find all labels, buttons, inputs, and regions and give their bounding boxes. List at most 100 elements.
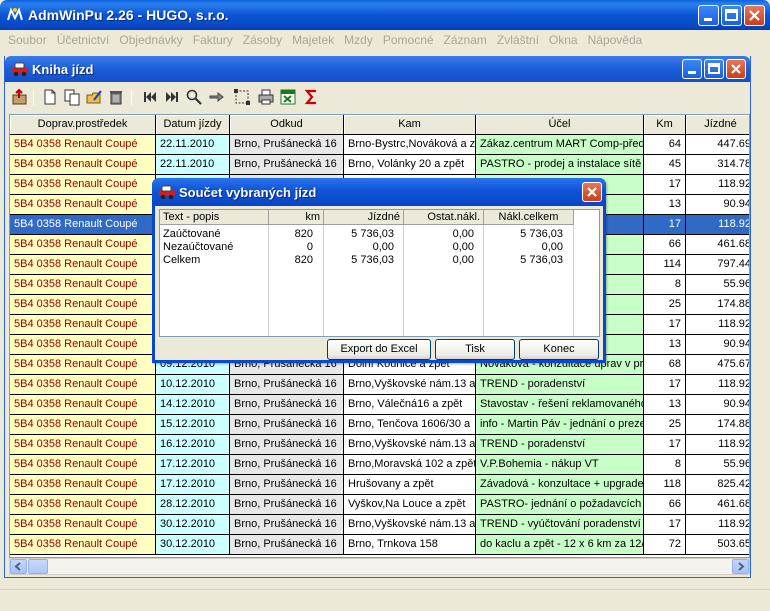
cell-vehicle[interactable]: 5B4 0358 Renault Coupé	[10, 475, 156, 495]
menu-majetek[interactable]: Majetek	[287, 30, 339, 47]
close-button[interactable]	[744, 5, 765, 26]
cell-km[interactable]: 13	[644, 195, 686, 215]
close-dialog-button[interactable]: Konec	[519, 339, 599, 360]
cell-from[interactable]: Brno, Prušánecká 16	[230, 135, 344, 155]
cell-from[interactable]: Brno, Prušánecká 16	[230, 475, 344, 495]
scroll-left-arrow-icon[interactable]	[10, 559, 27, 574]
delete-record-icon[interactable]	[107, 88, 125, 106]
header-km[interactable]: Km	[644, 115, 686, 135]
print-button[interactable]: Tisk	[435, 339, 515, 360]
cell-purpose[interactable]: Stavostav - řešení reklamovaného	[476, 395, 644, 415]
cell-fare[interactable]: 90.94	[686, 195, 749, 215]
cell-to[interactable]: Brno, Válečná16 a zpět	[344, 395, 476, 415]
menu-objednavky[interactable]: Objednávky	[114, 30, 187, 47]
cell-vehicle[interactable]: 5B4 0358 Renault Coupé	[10, 255, 156, 275]
excel-export-icon[interactable]	[279, 88, 297, 106]
cell-to[interactable]: Brno, Tenčova 1606/30 a	[344, 415, 476, 435]
cell-date[interactable]: 17.12.2010	[156, 455, 230, 475]
first-record-icon[interactable]	[141, 88, 159, 106]
header-fare[interactable]: Jízdné	[686, 115, 749, 135]
cell-vehicle[interactable]: 5B4 0358 Renault Coupé	[10, 515, 156, 535]
cell-fare[interactable]: 797.44	[686, 255, 749, 275]
cell-date[interactable]: 28.12.2010	[156, 495, 230, 515]
cell-fare[interactable]: 118.92	[686, 215, 749, 235]
cell-purpose[interactable]: TREND - poradenství	[476, 435, 644, 455]
header-purpose[interactable]: Účel	[476, 115, 644, 135]
cell-fare[interactable]: 475.67	[686, 355, 749, 375]
cell-vehicle[interactable]: 5B4 0358 Renault Coupé	[10, 175, 156, 195]
cell-km[interactable]: 13	[644, 395, 686, 415]
print-icon[interactable]	[257, 88, 275, 106]
menu-pomocne[interactable]: Pomocné	[378, 30, 439, 47]
cell-from[interactable]: Brno, Prušánecká 16	[230, 495, 344, 515]
cell-purpose[interactable]: Závadová - konzultace + upgrade	[476, 475, 644, 495]
header-to[interactable]: Kam	[344, 115, 476, 135]
cell-vehicle[interactable]: 5B4 0358 Renault Coupé	[10, 395, 156, 415]
cell-vehicle[interactable]: 5B4 0358 Renault Coupé	[10, 535, 156, 555]
cell-km[interactable]: 8	[644, 455, 686, 475]
cell-km[interactable]: 66	[644, 235, 686, 255]
cell-fare[interactable]: 118.92	[686, 435, 749, 455]
table-row[interactable]: 5B4 0358 Renault Coupé 17.12.2010 Brno, Pr…	[10, 455, 749, 475]
cell-fare[interactable]: 118.92	[686, 315, 749, 335]
cell-purpose[interactable]: PASTRO - prodej a instalace sítě	[476, 155, 644, 175]
menu-ucetnictvi[interactable]: Účetnictví	[52, 30, 115, 47]
cell-vehicle[interactable]: 5B4 0358 Renault Coupé	[10, 235, 156, 255]
cell-date[interactable]: 22.11.2010	[156, 155, 230, 175]
cell-km[interactable]: 8	[644, 275, 686, 295]
cell-fare[interactable]: 314.78	[686, 155, 749, 175]
cell-vehicle[interactable]: 5B4 0358 Renault Coupé	[10, 275, 156, 295]
dialog-close-button[interactable]	[582, 182, 602, 202]
maximize-button[interactable]	[721, 5, 742, 26]
cell-purpose[interactable]: Zákaz.centrum MART Comp-předp	[476, 135, 644, 155]
scroll-thumb[interactable]	[28, 559, 48, 574]
cell-vehicle[interactable]: 5B4 0358 Renault Coupé	[10, 195, 156, 215]
header-from[interactable]: Odkud	[230, 115, 344, 135]
table-row[interactable]: 5B4 0358 Renault Coupé 30.12.2010 Brno, Pr…	[10, 515, 749, 535]
cell-to[interactable]: Brno-Bystrc,Nováková a zp	[344, 135, 476, 155]
cell-fare[interactable]: 825.42	[686, 475, 749, 495]
select-range-icon[interactable]	[233, 88, 251, 106]
find-next-icon[interactable]	[207, 88, 225, 106]
cell-km[interactable]: 25	[644, 295, 686, 315]
child-close-button[interactable]	[726, 59, 746, 79]
cell-km[interactable]: 66	[644, 495, 686, 515]
cell-km[interactable]: 45	[644, 155, 686, 175]
cell-to[interactable]: Brno,Vyškovské nám.13 a	[344, 375, 476, 395]
minimize-button[interactable]	[698, 5, 719, 26]
cell-km[interactable]: 118	[644, 475, 686, 495]
cell-date[interactable]: 30.12.2010	[156, 535, 230, 555]
cell-km[interactable]: 25	[644, 415, 686, 435]
scroll-right-arrow-icon[interactable]	[732, 559, 749, 574]
cell-fare[interactable]: 461.68	[686, 235, 749, 255]
child-maximize-button[interactable]	[704, 59, 724, 79]
cell-vehicle[interactable]: 5B4 0358 Renault Coupé	[10, 155, 156, 175]
cell-km[interactable]: 64	[644, 135, 686, 155]
cell-date[interactable]: 10.12.2010	[156, 375, 230, 395]
table-row[interactable]: 5B4 0358 Renault Coupé 16.12.2010 Brno, Pr…	[10, 435, 749, 455]
cell-from[interactable]: Brno, Prušánecká 16	[230, 395, 344, 415]
cell-fare[interactable]: 118.92	[686, 375, 749, 395]
cell-fare[interactable]: 174.88	[686, 295, 749, 315]
cell-purpose[interactable]: PASTRO- jednání o požadavcích	[476, 495, 644, 515]
menu-napoveda[interactable]: Nápověda	[583, 30, 648, 47]
table-row[interactable]: 5B4 0358 Renault Coupé 22.11.2010 Brno, Pr…	[10, 135, 749, 155]
cell-from[interactable]: Brno, Prušánecká 16	[230, 455, 344, 475]
export-excel-button[interactable]: Export do Excel	[327, 339, 431, 360]
menu-zvlastni[interactable]: Zvláštní	[492, 30, 544, 47]
cell-km[interactable]: 17	[644, 215, 686, 235]
table-row[interactable]: 5B4 0358 Renault Coupé 10.12.2010 Brno, Pr…	[10, 375, 749, 395]
menu-zasoby[interactable]: Zásoby	[238, 30, 287, 47]
cell-purpose[interactable]: info - Martin Páv - jednání o prezer	[476, 415, 644, 435]
cell-fare[interactable]: 118.92	[686, 175, 749, 195]
cell-date[interactable]: 22.11.2010	[156, 135, 230, 155]
menu-faktury[interactable]: Faktury	[188, 30, 238, 47]
table-row[interactable]: 5B4 0358 Renault Coupé 22.11.2010 Brno, Pr…	[10, 155, 749, 175]
cell-to[interactable]: Brno, Volánky 20 a zpět	[344, 155, 476, 175]
cell-fare[interactable]: 90.94	[686, 395, 749, 415]
cell-purpose[interactable]: do kaclu a zpět - 12 x 6 km za 12/2	[476, 535, 644, 555]
edit-record-icon[interactable]	[85, 88, 103, 106]
menu-mzdy[interactable]: Mzdy	[339, 30, 378, 47]
cell-fare[interactable]: 503.65	[686, 535, 749, 555]
horizontal-scrollbar[interactable]	[9, 558, 750, 575]
